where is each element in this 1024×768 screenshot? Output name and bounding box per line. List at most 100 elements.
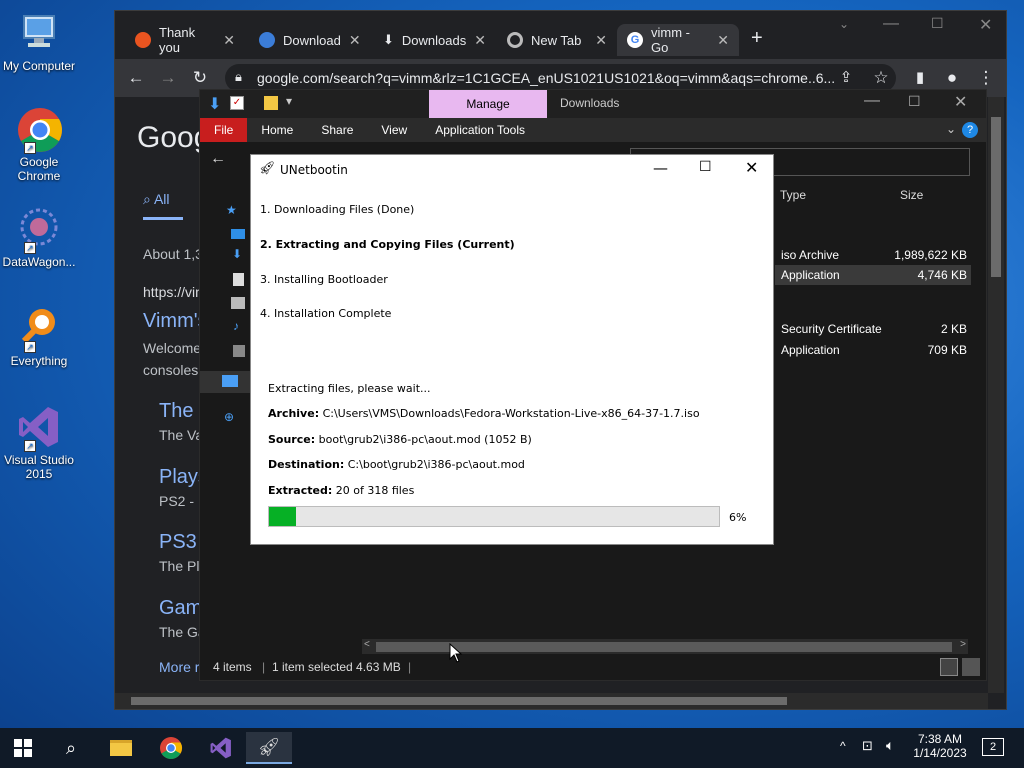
desktop-icon-datawagon[interactable]: ↗ DataWagon... bbox=[0, 206, 78, 269]
desktop-icon-visual-studio[interactable]: ↗ Visual Studio 2015 bbox=[0, 404, 78, 481]
explorer-titlebar: ⬇ ✓ ▾ Manage Downloads — ☐ ✕ bbox=[200, 90, 986, 118]
result-stats: About 1,3 bbox=[143, 246, 203, 262]
volume-icon[interactable]: 🔈︎ bbox=[886, 737, 894, 754]
desktop-icon-everything[interactable]: ↗ Everything bbox=[0, 305, 78, 368]
shortcut-arrow-icon: ↗ bbox=[24, 242, 36, 254]
side-panel-icon[interactable]: ▮ bbox=[909, 68, 931, 86]
destination-label: Destination: bbox=[268, 458, 345, 471]
tab-search-icon[interactable]: ⌄ bbox=[839, 17, 849, 31]
taskbar-search-icon[interactable]: ⌕ bbox=[48, 732, 94, 764]
desktop-icon-chrome[interactable]: ↗ Google Chrome bbox=[0, 106, 78, 183]
show-hidden-icons[interactable]: ^ bbox=[840, 739, 846, 753]
desktop-icon-my-computer[interactable]: My Computer bbox=[0, 10, 78, 73]
close-tab-icon[interactable]: ✕ bbox=[595, 32, 607, 49]
bookmark-star-icon[interactable]: ☆ bbox=[870, 68, 892, 88]
new-folder-icon[interactable] bbox=[264, 96, 278, 110]
network-status-icon[interactable]: ⊡ bbox=[862, 738, 873, 754]
taskbar-visual-studio[interactable] bbox=[198, 732, 244, 764]
start-button[interactable] bbox=[0, 732, 46, 764]
download-icon: ⬇ bbox=[383, 32, 394, 47]
downloads-folder-icon[interactable]: ⬇ bbox=[232, 247, 242, 261]
shortcut-arrow-icon: ↗ bbox=[24, 142, 36, 154]
pictures-folder-icon[interactable] bbox=[231, 297, 245, 309]
back-icon[interactable]: ← bbox=[125, 68, 147, 88]
clock[interactable]: 7:38 AM 1/14/2023 bbox=[910, 732, 970, 760]
file-row[interactable]: iso Archive 1,989,622 KB bbox=[775, 245, 971, 265]
ribbon-tab-file[interactable]: File bbox=[200, 118, 248, 142]
column-header-type[interactable]: Type bbox=[780, 188, 806, 202]
file-row[interactable]: Security Certificate 2 KB bbox=[775, 319, 971, 339]
maximize-button[interactable]: ☐ bbox=[931, 15, 944, 32]
desktop-folder-icon[interactable] bbox=[231, 229, 245, 239]
ribbon-tab-application-tools[interactable]: Application Tools bbox=[421, 118, 539, 142]
back-icon[interactable]: ← bbox=[210, 150, 226, 168]
chrome-menu-icon[interactable]: ⋮ bbox=[975, 68, 997, 88]
scroll-left-icon[interactable]: < bbox=[364, 639, 370, 650]
close-tab-icon[interactable]: ✕ bbox=[474, 32, 486, 49]
taskbar-chrome[interactable] bbox=[148, 732, 194, 764]
ribbon-tab-home[interactable]: Home bbox=[247, 118, 307, 142]
notification-center-icon[interactable]: 2 bbox=[982, 738, 1004, 756]
ubuntu-icon bbox=[135, 32, 151, 48]
videos-folder-icon[interactable] bbox=[233, 345, 245, 357]
quick-access-star-icon[interactable]: ★ bbox=[226, 203, 237, 217]
vertical-scrollbar[interactable] bbox=[988, 97, 1004, 693]
close-tab-icon[interactable]: ✕ bbox=[223, 32, 235, 49]
result-title[interactable]: Vimm's bbox=[143, 310, 208, 333]
result-url[interactable]: https://vim bbox=[143, 284, 207, 300]
file-row-selected[interactable]: Application 4,746 KB bbox=[775, 265, 971, 285]
tab-new-tab[interactable]: New Tab ✕ bbox=[497, 24, 617, 56]
ribbon-tab-share[interactable]: Share bbox=[307, 118, 367, 142]
large-icons-view-icon[interactable] bbox=[962, 658, 980, 676]
maximize-button[interactable]: ☐ bbox=[699, 159, 712, 175]
close-tab-icon[interactable]: ✕ bbox=[717, 32, 729, 49]
manage-tab[interactable]: Manage bbox=[429, 90, 547, 118]
horizontal-scrollbar[interactable] bbox=[115, 693, 988, 709]
sitelink-title[interactable]: The bbox=[159, 400, 193, 423]
close-button[interactable]: ✕ bbox=[954, 92, 967, 112]
music-folder-icon[interactable]: ♪ bbox=[233, 319, 239, 333]
scrollbar-thumb[interactable] bbox=[991, 117, 1001, 277]
close-button[interactable]: ✕ bbox=[979, 15, 992, 35]
tab-download[interactable]: Download ✕ bbox=[249, 24, 369, 56]
minimize-button[interactable]: — bbox=[653, 159, 668, 177]
scrollbar-thumb[interactable] bbox=[131, 697, 787, 705]
ribbon-tab-view[interactable]: View bbox=[367, 118, 421, 142]
sitelink-title[interactable]: Gam bbox=[159, 597, 202, 620]
taskbar-file-explorer[interactable] bbox=[98, 732, 144, 764]
details-view-icon[interactable] bbox=[940, 658, 958, 676]
profile-icon[interactable]: ● bbox=[941, 68, 963, 88]
ribbon-expand-icon[interactable]: ⌄ bbox=[946, 122, 956, 136]
tab-thank-you[interactable]: Thank you ✕ bbox=[125, 24, 245, 56]
minimize-button[interactable]: — bbox=[883, 15, 899, 33]
documents-folder-icon[interactable] bbox=[233, 273, 244, 286]
tab-all[interactable]: ⌕ All bbox=[143, 191, 183, 220]
lock-icon: 🔒︎ bbox=[235, 69, 242, 84]
status-message: Extracting files, please wait... bbox=[268, 382, 431, 395]
close-button[interactable]: ✕ bbox=[745, 158, 758, 177]
selection-info: 1 item selected 4.63 MB bbox=[272, 660, 401, 674]
qat-dropdown-icon[interactable]: ▾ bbox=[286, 94, 292, 108]
sitelink-title[interactable]: PS3 bbox=[159, 531, 197, 554]
status-divider: | bbox=[262, 660, 266, 674]
tab-downloads[interactable]: ⬇ Downloads ✕ bbox=[373, 24, 493, 56]
network-icon[interactable]: ⊕ bbox=[224, 410, 234, 424]
more-results-link[interactable]: More r bbox=[159, 659, 199, 675]
properties-icon[interactable]: ✓ bbox=[230, 96, 244, 110]
file-row[interactable]: Application 709 KB bbox=[775, 340, 971, 360]
taskbar-unetbootin[interactable]: 🚀︎ bbox=[246, 732, 292, 764]
step-extracting-current: 2. Extracting and Copying Files (Current… bbox=[260, 238, 515, 251]
maximize-button[interactable]: ☐ bbox=[908, 93, 921, 110]
address-bar[interactable]: 🔒︎ google.com/search?q=vimm&rlz=1C1GCEA_… bbox=[225, 64, 896, 92]
scroll-right-icon[interactable]: > bbox=[960, 639, 966, 650]
tab-vimm-google[interactable]: G vimm - Go ✕ bbox=[617, 24, 739, 56]
share-icon[interactable]: ⇪ bbox=[835, 68, 857, 86]
reload-icon[interactable]: ↻ bbox=[189, 68, 211, 88]
close-tab-icon[interactable]: ✕ bbox=[349, 32, 361, 49]
minimize-button[interactable]: — bbox=[864, 92, 880, 110]
progress-bar bbox=[268, 506, 720, 527]
forward-icon[interactable]: → bbox=[157, 68, 179, 88]
new-tab-button[interactable]: + bbox=[751, 27, 763, 50]
column-header-size[interactable]: Size bbox=[900, 188, 923, 202]
help-icon[interactable]: ? bbox=[962, 122, 978, 138]
